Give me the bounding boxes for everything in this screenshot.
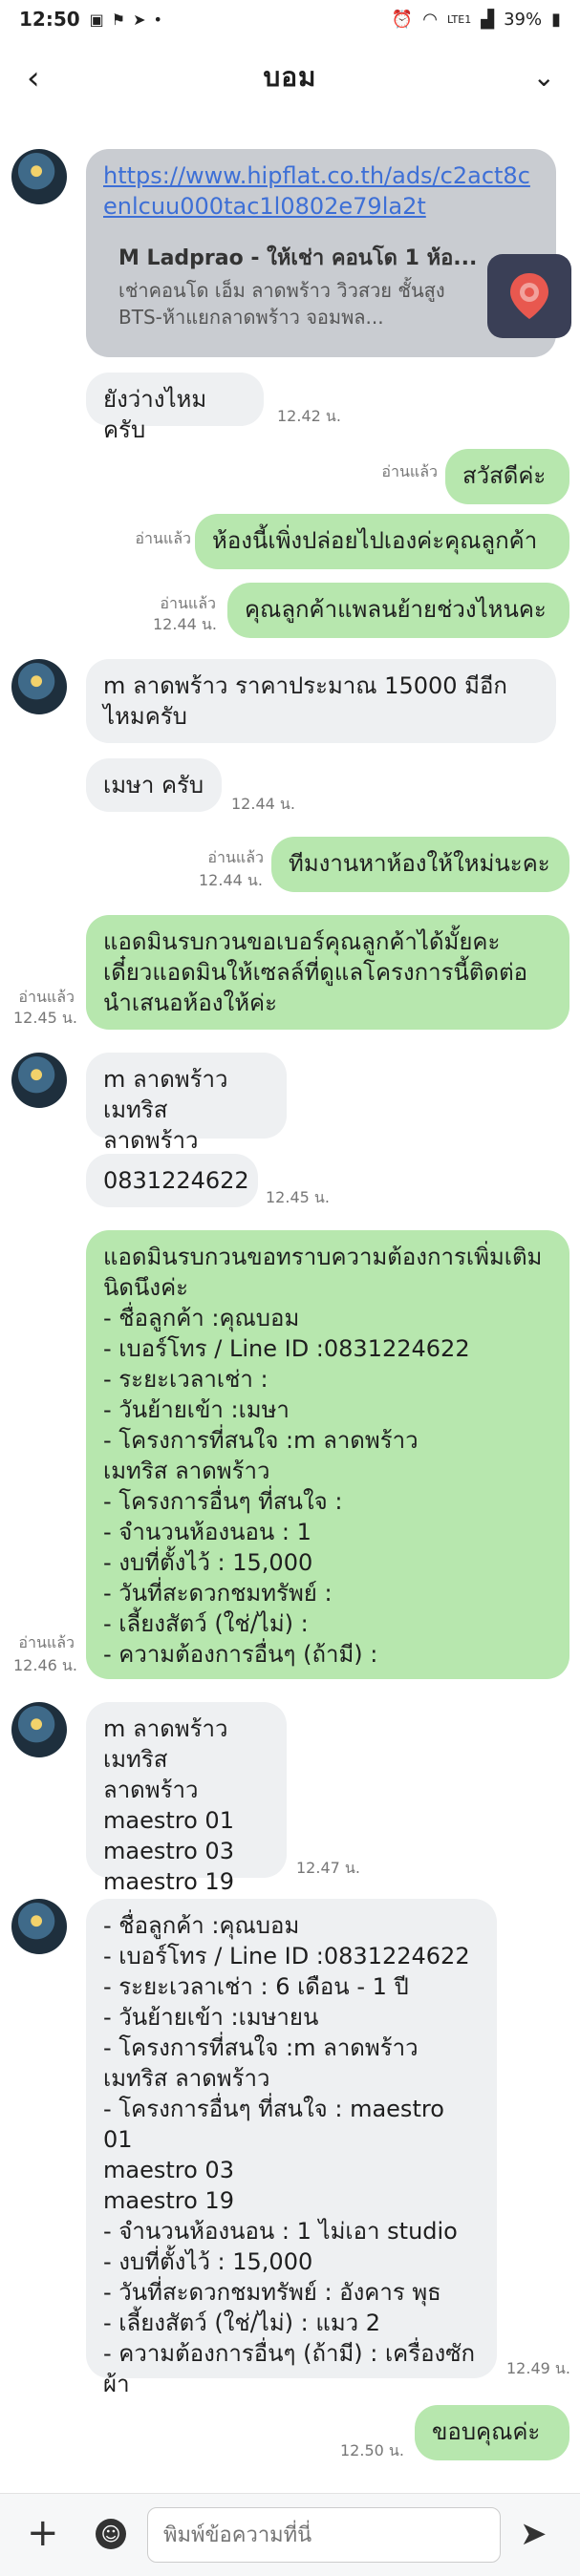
battery-level: 39% <box>504 9 543 30</box>
message-bubble[interactable]: m ลาดพร้าว ราคาประมาณ 15000 มีอีกไหมครับ <box>86 659 556 743</box>
message-input[interactable] <box>147 2507 501 2563</box>
message-bubble[interactable]: แอดมินรบกวนขอทราบความต้องการเพิ่มเติมนิด… <box>86 1230 569 1679</box>
back-arrow-icon[interactable]: ‹ <box>27 59 40 97</box>
message-bubble[interactable]: 0831224622 <box>86 1154 258 1207</box>
read-receipt: อ่านแล้ว <box>135 529 191 547</box>
message-bubble[interactable]: ขอบคุณค่ะ <box>415 2405 569 2460</box>
message-bubble[interactable]: m ลาดพร้าว เมทริส ลาดพร้าว <box>86 1053 287 1154</box>
read-receipt: อ่านแล้ว <box>18 988 75 1006</box>
wifi-icon: ◠ <box>422 9 438 30</box>
read-receipt: อ่านแล้ว <box>160 594 216 612</box>
message-composer: + ☺ ➤ <box>0 2493 580 2576</box>
message-bubble[interactable]: เมษา ครับ <box>86 758 222 812</box>
link-url[interactable]: https://www.hipflat.co.th/ads/c2act8cenl… <box>103 160 543 222</box>
notification-icons: ▣ ⚑ ➤ • <box>90 11 162 29</box>
send-icon: ➤ <box>133 10 146 29</box>
image-icon: ▣ <box>89 10 104 29</box>
signal-icon: ▟ <box>481 9 495 30</box>
message-bubble[interactable]: คุณลูกค้าแพลนย้ายช่วงไหนคะ <box>227 583 569 638</box>
dot-icon: • <box>153 10 162 29</box>
flag-icon: ⚑ <box>111 10 126 29</box>
avatar[interactable] <box>11 659 67 714</box>
link-card-title: M Ladprao - ให้เช่า คอนโด 1 ห้อ... <box>118 246 478 270</box>
alarm-icon: ⏰ <box>391 9 414 30</box>
link-preview-bubble[interactable]: https://www.hipflat.co.th/ads/c2act8cenl… <box>86 149 571 357</box>
avatar[interactable] <box>11 1702 67 1757</box>
message-time: 12.49 น. <box>506 2359 570 2377</box>
message-time: 12.45 น. <box>13 1009 77 1027</box>
status-time: 12:50 <box>19 8 80 31</box>
link-card-description: เช่าคอนโด เอ็ม ลาดพร้าว วิวสวย ชั้นสูง B… <box>118 279 445 329</box>
message-bubble[interactable]: ทีมงานหาห้องให้ใหม่นะคะ <box>271 837 569 892</box>
status-right: ⏰ ◠ LTE1 ▟ 39% ▮ <box>392 10 561 30</box>
message-bubble[interactable]: ห้องนี้เพิ่งปล่อยไปเองค่ะคุณลูกค้า <box>195 514 569 569</box>
message-time: 12.44 น. <box>231 795 295 813</box>
message-bubble[interactable]: แอดมินรบกวนขอเบอร์คุณลูกค้าได้มั้ยคะ เดี… <box>86 915 569 1030</box>
battery-icon: ▮ <box>551 9 561 30</box>
send-button-icon[interactable]: ➤ <box>520 2515 548 2553</box>
read-receipt: อ่านแล้ว <box>381 462 438 480</box>
chevron-down-icon[interactable]: ⌄ <box>533 61 555 93</box>
message-time: 12.47 น. <box>296 1859 360 1877</box>
message-time: 12.50 น. <box>340 2441 404 2459</box>
message-time: 12.42 น. <box>277 407 341 425</box>
chat-title: บอม <box>263 61 317 93</box>
emoji-icon[interactable]: ☺ <box>96 2519 126 2549</box>
avatar[interactable] <box>11 149 67 204</box>
status-bar: 12:50 ▣ ⚑ ➤ • ⏰ ◠ LTE1 ▟ 39% ▮ <box>0 0 580 38</box>
message-bubble[interactable]: - ชื่อลูกค้า :คุณบอม - เบอร์โทร / Line I… <box>86 1899 497 2397</box>
message-time: 12.44 น. <box>153 615 217 633</box>
signal-label: LTE1 <box>446 12 472 26</box>
message-time: 12.46 น. <box>13 1656 77 1674</box>
map-pin-icon <box>487 254 571 338</box>
chat-area[interactable]: https://www.hipflat.co.th/ads/c2act8cenl… <box>0 117 580 2493</box>
read-receipt: อ่านแล้ว <box>207 848 264 866</box>
message-bubble[interactable]: m ลาดพร้าว เมทริส ลาดพร้าว maestro 01 ma… <box>86 1702 287 1895</box>
chat-header: ‹ บอม ⌄ <box>0 38 580 117</box>
avatar[interactable] <box>11 1053 67 1108</box>
message-bubble[interactable]: ยังว่างไหมครับ <box>86 373 264 443</box>
avatar[interactable] <box>11 1899 67 1954</box>
plus-icon[interactable]: + <box>27 2511 59 2555</box>
message-bubble[interactable]: สวัสดีค่ะ <box>445 449 569 504</box>
message-time: 12.44 น. <box>199 871 263 889</box>
message-time: 12.45 น. <box>266 1188 330 1206</box>
read-receipt: อ่านแล้ว <box>18 1633 75 1651</box>
